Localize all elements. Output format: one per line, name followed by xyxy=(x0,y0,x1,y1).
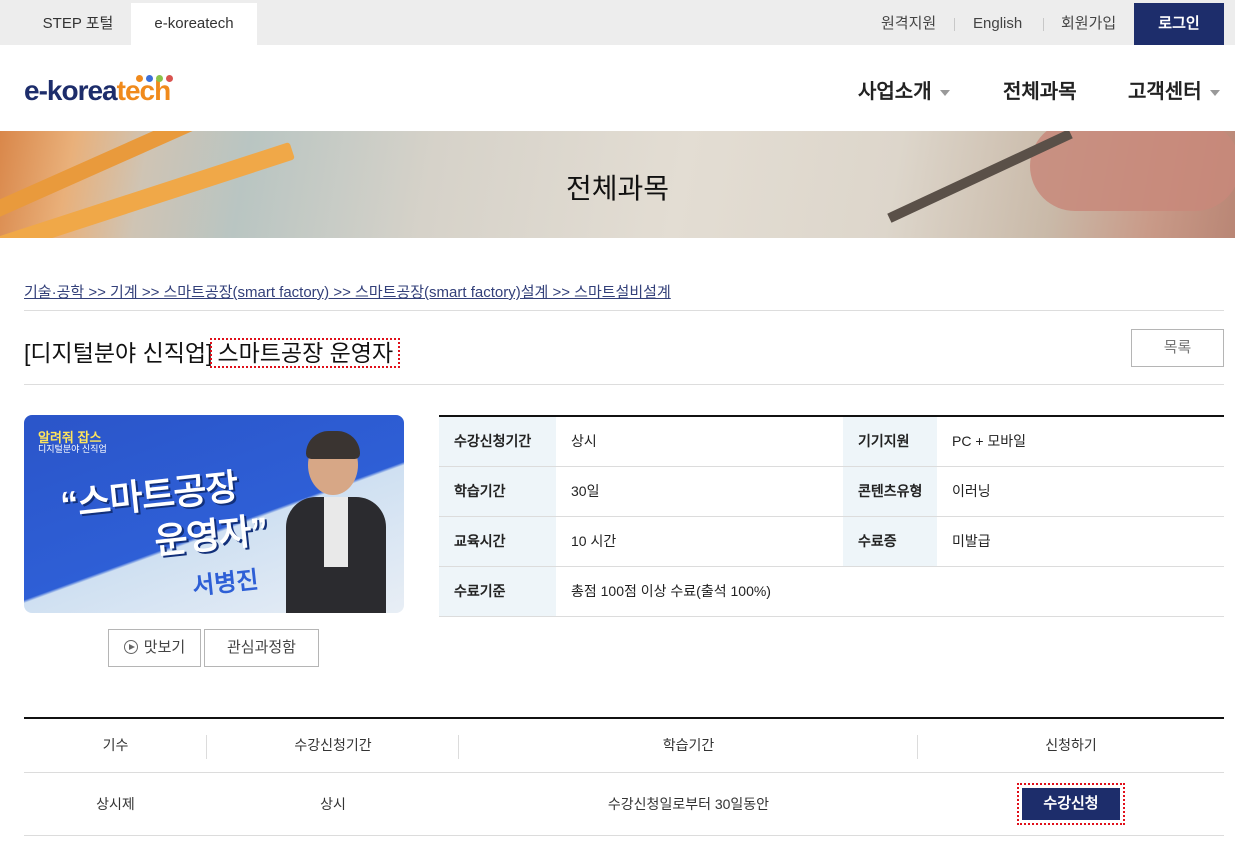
table-row: 수료기준 총점 100점 이상 수료(출석 100%) xyxy=(439,566,1224,617)
info-label: 콘텐츠유형 xyxy=(843,466,937,517)
nav-customer-center[interactable]: 고객센터 xyxy=(1128,75,1220,104)
info-value: 10 시간 xyxy=(556,516,843,567)
preview-label: 맛보기 xyxy=(143,639,186,656)
info-value: 상시 xyxy=(556,416,843,467)
enroll-button-highlight: 수강신청 xyxy=(1017,782,1125,825)
column-header-label: 신청하기 xyxy=(1045,737,1097,754)
login-button[interactable]: 로그인 xyxy=(1134,3,1224,45)
remote-support-link[interactable]: 원격지원 xyxy=(881,3,936,45)
course-title: [디지털분야 신직업] 스마트공장 운영자 xyxy=(24,334,401,368)
course-thumbnail: 알려줘 잡스 디지털분야 신직업 “스마트공장 운영자” 서병진 xyxy=(24,415,404,613)
info-label: 수료증 xyxy=(843,516,937,567)
enroll-period-cell: 상시 xyxy=(207,772,459,836)
nav-all-courses[interactable]: 전체과목 xyxy=(1003,75,1077,104)
divider xyxy=(24,384,1224,385)
column-header: 신청하기 xyxy=(918,718,1224,773)
logo-dot xyxy=(136,75,143,82)
page-title: 전체과목 xyxy=(565,173,670,204)
thumbnail-subtitle: 디지털분야 신직업 xyxy=(38,444,107,454)
course-info-table: 수강신청기간 상시 기기지원 PC + 모바일 학습기간 30일 콘텐츠유형 이… xyxy=(439,415,1224,617)
logo-dot xyxy=(146,75,153,82)
table-row: 학습기간 30일 콘텐츠유형 이러닝 xyxy=(439,466,1224,517)
util-divider xyxy=(954,18,955,31)
column-header: 수강신청기간 xyxy=(207,718,459,773)
enroll-button[interactable]: 수강신청 xyxy=(1022,787,1120,820)
list-button[interactable]: 목록 xyxy=(1131,329,1224,367)
info-label: 수료기준 xyxy=(439,566,556,617)
top-utility-bar: STEP 포털 e-koreatech 원격지원 English 회원가입 로그… xyxy=(0,0,1235,45)
add-to-wishlist-button[interactable]: 관심과정함 xyxy=(204,629,319,667)
signup-link[interactable]: 회원가입 xyxy=(1061,3,1116,45)
column-header: 학습기간 xyxy=(459,718,918,773)
course-category-prefix: [디지털분야 신직업] xyxy=(24,340,213,366)
enrollment-table: 기수 수강신청기간 학습기간 신청하기 상시제 상시 수강신청일로부터 30일동… xyxy=(24,717,1224,836)
logo-text-main: e-korea xyxy=(24,75,118,106)
nav-about-label: 사업소개 xyxy=(858,81,932,103)
info-value: 30일 xyxy=(556,466,843,517)
instructor-hair xyxy=(306,431,360,459)
info-label: 수강신청기간 xyxy=(439,416,556,467)
apply-cell: 수강신청 xyxy=(918,772,1224,836)
hero-banner: 전체과목 xyxy=(0,131,1235,238)
play-icon xyxy=(123,640,138,654)
preview-button[interactable]: 맛보기 xyxy=(108,629,201,667)
info-value: 미발급 xyxy=(937,516,1224,567)
column-header: 기수 xyxy=(24,718,207,773)
instructor-photo xyxy=(286,431,386,613)
nav-customer-center-label: 고객센터 xyxy=(1128,81,1202,103)
column-header-label: 학습기간 xyxy=(662,737,715,754)
tab-step-portal[interactable]: STEP 포털 xyxy=(28,3,128,45)
instructor-shirt xyxy=(324,497,348,567)
logo-dot xyxy=(156,75,163,82)
info-value: 총점 100점 이상 수료(출석 100%) xyxy=(556,566,1224,617)
util-divider xyxy=(1043,18,1044,31)
info-label: 교육시간 xyxy=(439,516,556,567)
column-header-label: 기수 xyxy=(102,737,129,754)
info-label: 학습기간 xyxy=(439,466,556,517)
study-period-cell: 수강신청일로부터 30일동안 xyxy=(459,772,918,836)
table-row: 상시제 상시 수강신청일로부터 30일동안 수강신청 xyxy=(24,772,1224,836)
info-label: 기기지원 xyxy=(843,416,937,467)
chevron-down-icon xyxy=(939,89,950,96)
chevron-down-icon xyxy=(1209,89,1220,96)
course-name-highlight: 스마트공장 운영자 xyxy=(210,338,401,368)
info-value: 이러닝 xyxy=(937,466,1224,517)
table-header-row: 기수 수강신청기간 학습기간 신청하기 xyxy=(24,718,1224,773)
logo-dots xyxy=(136,69,176,82)
thumbnail-title-line2: 운영자” xyxy=(152,509,270,562)
nav-all-courses-label: 전체과목 xyxy=(1003,81,1077,103)
table-row: 수강신청기간 상시 기기지원 PC + 모바일 xyxy=(439,416,1224,467)
thumbnail-instructor-name: 서병진 xyxy=(191,566,260,601)
term-cell: 상시제 xyxy=(24,772,207,836)
site-header: e-koreatech 사업소개 전체과목 고객센터 xyxy=(0,45,1235,131)
column-header-label: 수강신청기간 xyxy=(294,737,372,754)
divider xyxy=(24,310,1224,311)
breadcrumb[interactable]: 기술·공학 >> 기계 >> 스마트공장(smart factory) >> 스… xyxy=(24,281,671,302)
logo-dot xyxy=(166,75,173,82)
table-row: 교육시간 10 시간 수료증 미발급 xyxy=(439,516,1224,567)
english-link[interactable]: English xyxy=(973,3,1022,45)
nav-about[interactable]: 사업소개 xyxy=(858,75,950,104)
tab-e-koreatech[interactable]: e-koreatech xyxy=(131,3,257,45)
info-value: PC + 모바일 xyxy=(937,416,1224,467)
